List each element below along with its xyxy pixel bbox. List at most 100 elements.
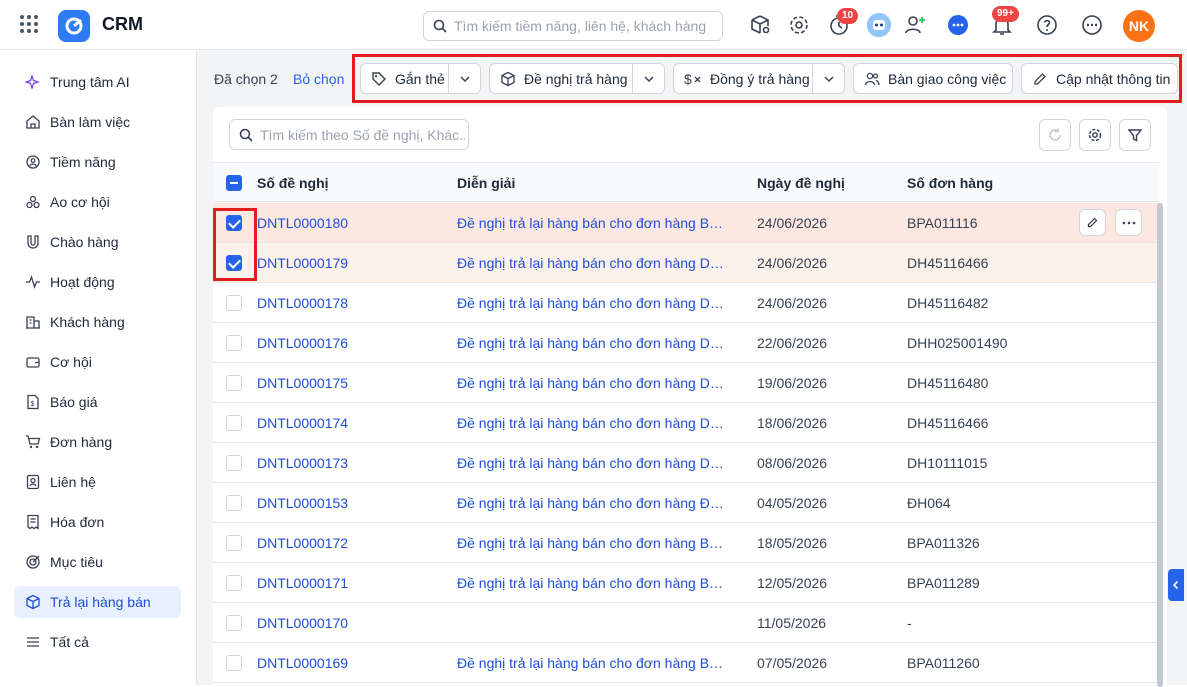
approve-return-dropdown[interactable] — [812, 64, 844, 93]
row-checkbox[interactable] — [226, 335, 242, 351]
column-header-order[interactable]: Số đơn hàng — [907, 175, 993, 191]
chat-icon[interactable] — [946, 13, 970, 37]
propose-return-dropdown[interactable] — [632, 64, 664, 93]
cell-code[interactable]: DNTL0000175 — [257, 375, 348, 391]
sidebar-item-invoice[interactable]: Hóa đơn — [14, 506, 181, 538]
sidebar-item-return-box[interactable]: Trả lại hàng bán — [14, 586, 181, 618]
sidebar-item-magnet[interactable]: Chào hàng — [14, 226, 181, 258]
cell-desc[interactable]: Đề nghị trả lại hàng bán cho đơn hàng BP… — [457, 215, 727, 231]
cell-desc[interactable]: Đề nghị trả lại hàng bán cho đơn hàng DH… — [457, 255, 727, 271]
row-checkbox[interactable] — [226, 375, 242, 391]
row-checkbox[interactable] — [226, 415, 242, 431]
sidebar-item-home[interactable]: Bàn làm việc — [14, 106, 181, 138]
side-panel-toggle[interactable] — [1168, 569, 1184, 601]
cell-desc[interactable]: Đề nghị trả lại hàng bán cho đơn hàng DH… — [457, 455, 727, 471]
table-row[interactable]: DNTL0000170 11/05/2026 - — [213, 603, 1159, 643]
cell-code[interactable]: DNTL0000176 — [257, 335, 348, 351]
approve-return-button[interactable]: $ Đồng ý trả hàng — [673, 63, 845, 94]
add-user-icon[interactable] — [903, 13, 927, 37]
cell-order: DH45116466 — [907, 255, 989, 271]
settings-button[interactable] — [1079, 119, 1111, 151]
row-checkbox[interactable] — [226, 455, 242, 471]
table-row[interactable]: DNTL0000153 Đề nghị trả lại hàng bán cho … — [213, 483, 1159, 523]
table-row[interactable]: DNTL0000175 Đề nghị trả lại hàng bán cho … — [213, 363, 1159, 403]
update-info-button[interactable]: Cập nhật thông tin — [1021, 63, 1178, 94]
cell-code[interactable]: DNTL0000170 — [257, 615, 348, 631]
global-search[interactable] — [423, 11, 723, 41]
users-icon — [864, 71, 880, 87]
handover-button[interactable]: Bàn giao công việc — [853, 63, 1013, 94]
sidebar-item-building[interactable]: Khách hàng — [14, 306, 181, 338]
sidebar-item-menu[interactable]: Tất cả — [14, 626, 181, 658]
row-checkbox[interactable] — [226, 575, 242, 591]
table-row[interactable]: DNTL0000171 Đề nghị trả lại hàng bán cho … — [213, 563, 1159, 603]
select-all-checkbox[interactable] — [226, 175, 242, 191]
sidebar-item-cart[interactable]: Đơn hàng — [14, 426, 181, 458]
row-more-button[interactable] — [1115, 209, 1142, 236]
app-title: CRM — [102, 14, 143, 34]
global-search-input[interactable] — [454, 17, 716, 35]
cell-desc[interactable]: Đề nghị trả lại hàng bán cho đơn hàng DH… — [457, 335, 727, 351]
app-grid-icon[interactable] — [20, 15, 40, 35]
cell-desc[interactable]: Đề nghị trả lại hàng bán cho đơn hàng DH… — [457, 295, 727, 311]
cell-code[interactable]: DNTL0000179 — [257, 255, 348, 271]
cell-code[interactable]: DNTL0000173 — [257, 455, 348, 471]
row-checkbox[interactable] — [226, 615, 242, 631]
sidebar-item-goal[interactable]: Mục tiêu — [14, 546, 181, 578]
sidebar-item-contact-card[interactable]: Liên hệ — [14, 466, 181, 498]
sidebar-item-quote-doc[interactable]: $ Báo giá — [14, 386, 181, 418]
cell-desc[interactable]: Đề nghị trả lại hàng bán cho đơn hàng BP… — [457, 535, 727, 551]
sidebar-item-wallet[interactable]: Cơ hội — [14, 346, 181, 378]
ai-assistant-avatar[interactable] — [867, 13, 891, 37]
table-row[interactable]: DNTL0000178 Đề nghị trả lại hàng bán cho … — [213, 283, 1159, 323]
table-row[interactable]: DNTL0000169 Đề nghị trả lại hàng bán cho … — [213, 643, 1159, 683]
sidebar-item-sparkle[interactable]: Trung tâm AI — [14, 66, 181, 98]
cell-code[interactable]: DNTL0000180 — [257, 215, 348, 231]
cube-search-icon[interactable] — [748, 13, 772, 37]
more-icon[interactable] — [1080, 13, 1104, 37]
cell-code[interactable]: DNTL0000172 — [257, 535, 348, 551]
table-row[interactable]: DNTL0000180 Đề nghị trả lại hàng bán cho … — [213, 203, 1159, 243]
gear-icon[interactable] — [787, 13, 811, 37]
cell-desc[interactable]: Đề nghị trả lại hàng bán cho đơn hàng ĐH… — [457, 495, 727, 511]
filter-button[interactable] — [1119, 119, 1151, 151]
vertical-scrollbar[interactable] — [1157, 203, 1163, 687]
table-row[interactable]: DNTL0000172 Đề nghị trả lại hàng bán cho … — [213, 523, 1159, 563]
tag-dropdown[interactable] — [448, 64, 480, 93]
cell-code[interactable]: DNTL0000153 — [257, 495, 348, 511]
column-header-description[interactable]: Diễn giải — [457, 175, 515, 191]
column-header-code[interactable]: Số đề nghị — [257, 175, 329, 191]
cell-code[interactable]: DNTL0000178 — [257, 295, 348, 311]
row-checkbox[interactable] — [226, 655, 242, 671]
cell-desc[interactable]: Đề nghị trả lại hàng bán cho đơn hàng BP… — [457, 655, 727, 671]
table-row[interactable]: DNTL0000176 Đề nghị trả lại hàng bán cho … — [213, 323, 1159, 363]
cell-code[interactable]: DNTL0000174 — [257, 415, 348, 431]
list-search[interactable] — [229, 119, 469, 150]
cell-code[interactable]: DNTL0000171 — [257, 575, 348, 591]
refresh-button[interactable] — [1039, 119, 1071, 151]
row-checkbox[interactable] — [226, 535, 242, 551]
table-row[interactable]: DNTL0000173 Đề nghị trả lại hàng bán cho … — [213, 443, 1159, 483]
cell-desc[interactable]: Đề nghị trả lại hàng bán cho đơn hàng DH… — [457, 415, 727, 431]
sidebar-item-label: Bàn làm việc — [50, 114, 131, 130]
cell-date: 04/05/2026 — [757, 495, 828, 511]
table-row[interactable]: DNTL0000179 Đề nghị trả lại hàng bán cho … — [213, 243, 1159, 283]
scroll-thumb[interactable] — [1157, 203, 1163, 687]
cell-code[interactable]: DNTL0000169 — [257, 655, 348, 671]
help-icon[interactable] — [1035, 13, 1059, 37]
sidebar-item-target-user[interactable]: Tiềm năng — [14, 146, 181, 178]
row-checkbox[interactable] — [226, 295, 242, 311]
user-avatar[interactable]: NK — [1123, 10, 1155, 42]
table-row[interactable]: DNTL0000174 Đề nghị trả lại hàng bán cho … — [213, 403, 1159, 443]
sidebar-item-group[interactable]: Ao cơ hội — [14, 186, 181, 218]
row-checkbox[interactable] — [226, 495, 242, 511]
cell-desc[interactable]: Đề nghị trả lại hàng bán cho đơn hàng BP… — [457, 575, 727, 591]
sidebar-item-activity[interactable]: Hoạt động — [14, 266, 181, 298]
propose-return-button[interactable]: Đề nghị trả hàng — [489, 63, 665, 94]
deselect-link[interactable]: Bỏ chọn — [293, 71, 344, 87]
cell-desc[interactable]: Đề nghị trả lại hàng bán cho đơn hàng DH… — [457, 375, 727, 391]
list-search-input[interactable] — [260, 126, 465, 144]
edit-row-button[interactable] — [1079, 209, 1106, 236]
tag-button[interactable]: Gắn thẻ — [360, 63, 481, 94]
column-header-date[interactable]: Ngày đề nghị — [757, 175, 845, 191]
